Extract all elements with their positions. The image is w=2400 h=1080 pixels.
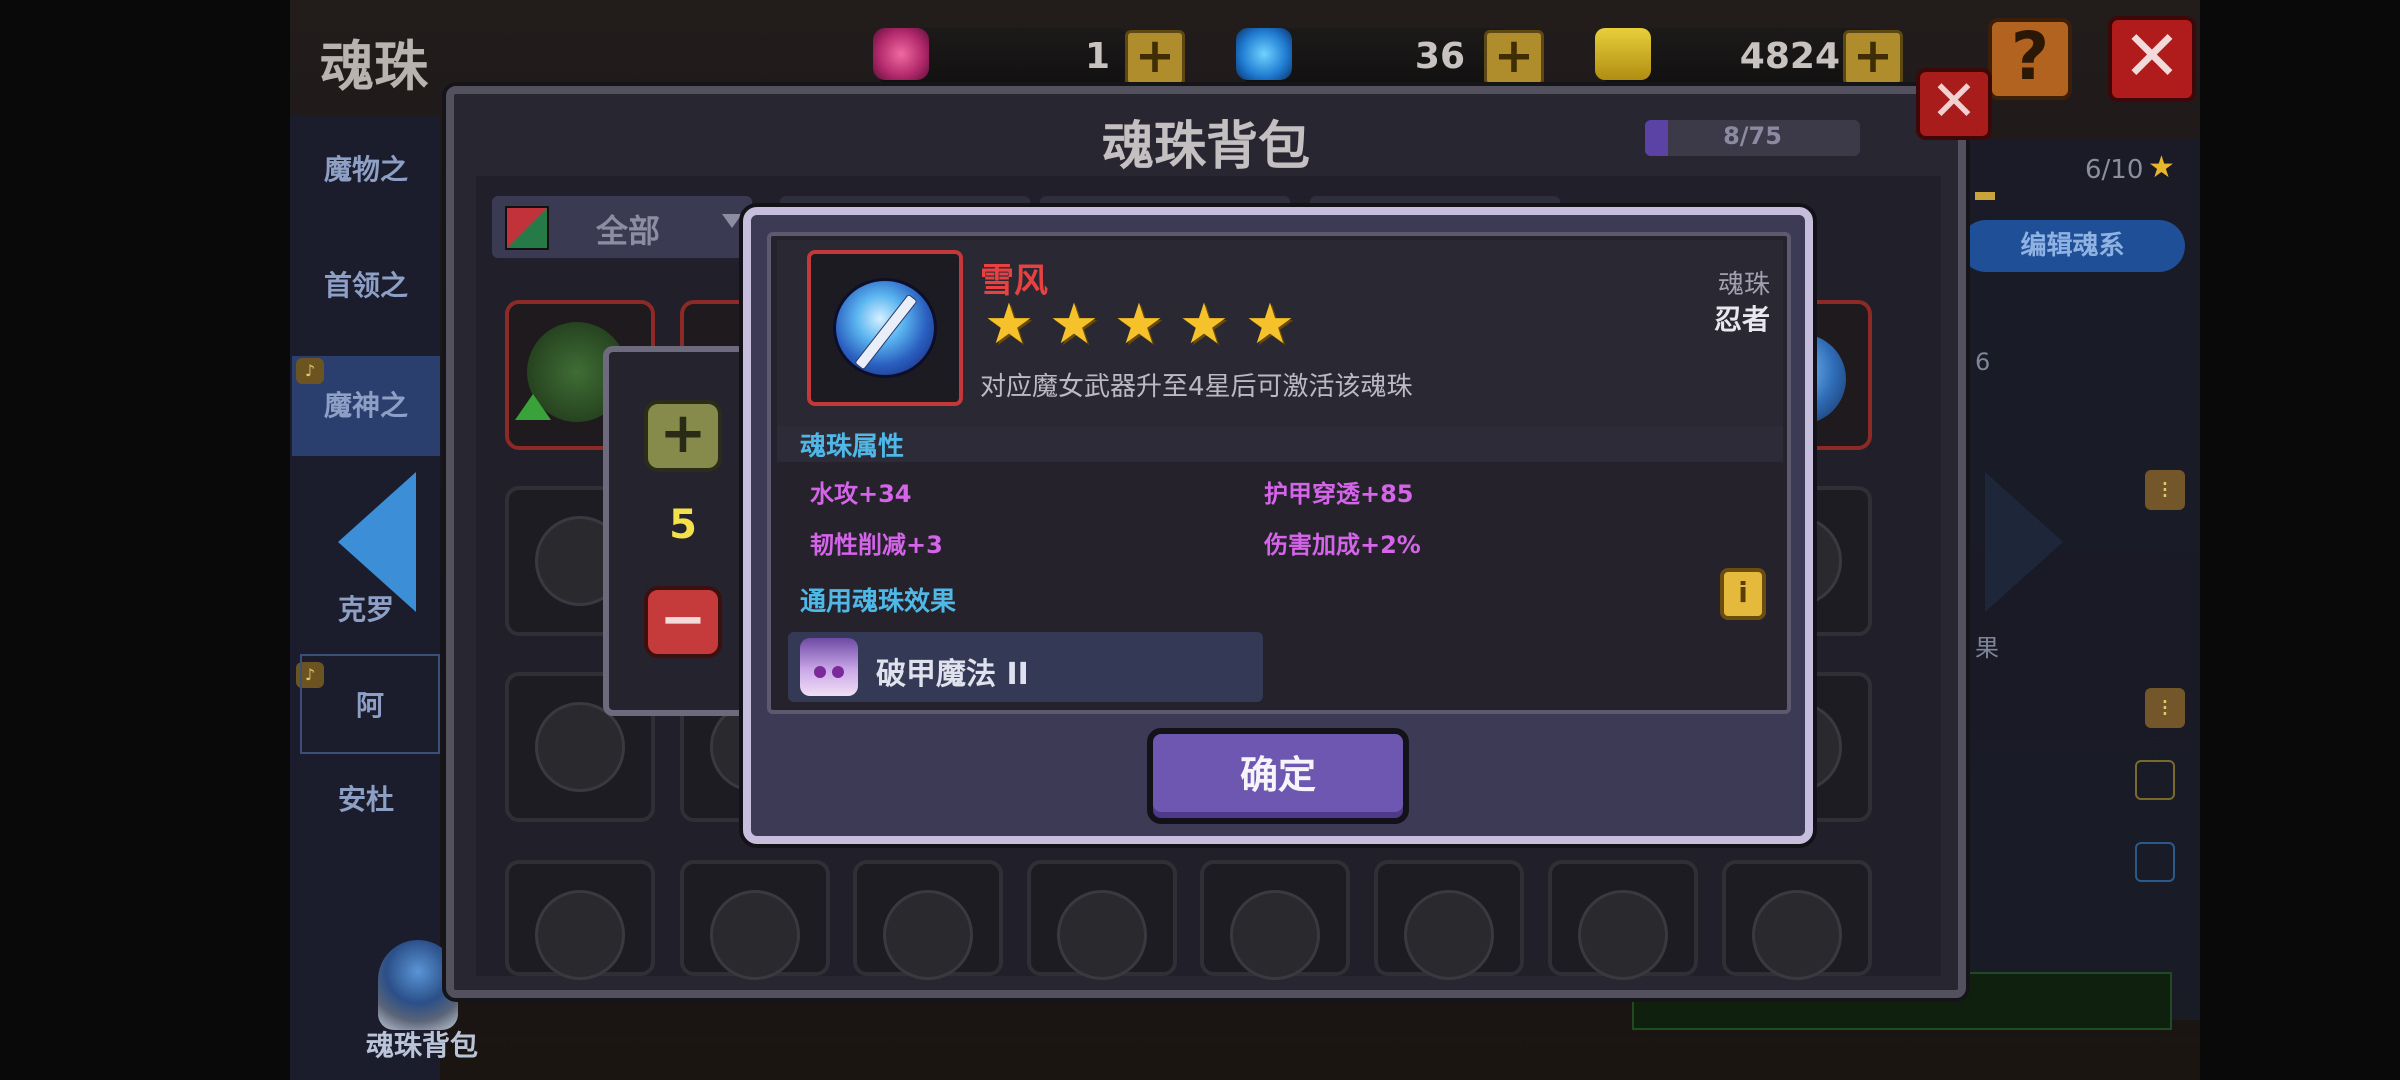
eye-icon [832,666,844,678]
help-button[interactable]: ? [1988,18,2072,100]
bead-slot[interactable] [505,860,655,980]
attribute-item: 韧性削减+3 [810,531,943,559]
info-icon[interactable]: ⁝ [2145,470,2185,510]
slot-icon[interactable] [2135,760,2175,800]
bead-slot[interactable] [1722,860,1872,980]
star-icon: ★ [2148,150,2175,185]
quantity-value: 5 [669,502,697,548]
bead-slot[interactable] [1548,860,1698,980]
star-icon: ★ [1048,292,1100,357]
locked-bead-icon [710,890,800,980]
star-icon: ★ [1113,292,1165,357]
add-crystal-button[interactable]: + [1484,30,1544,86]
effect-info-button[interactable]: i [1720,568,1766,620]
crystal-count: 36 [1414,36,1465,77]
capacity-text: 8/75 [1723,122,1782,150]
star-icon: ★ [1178,292,1230,357]
star-icon: ★ [983,292,1035,357]
locked-bead-icon [1578,890,1668,980]
gold-coin-icon [1595,28,1651,80]
menu-item-5[interactable]: 阿 [300,654,440,754]
bead-description: 对应魔女武器升至4星后可激活该魂珠 [980,372,1413,402]
edit-series-button[interactable]: 编辑魂系 [1960,220,2185,272]
add-gem-button[interactable]: + [1125,30,1185,86]
coin-count: 4824 [1739,36,1840,77]
locked-bead-icon [1057,890,1147,980]
increase-quantity-button[interactable]: + [644,400,722,472]
locked-bead-icon [1752,890,1842,980]
locked-bead-icon [883,890,973,980]
menu-item-1[interactable]: 魔物之 [292,120,440,220]
menu-item-6[interactable]: 安杜 [292,750,440,850]
right-panel-text: 6 [1975,348,1991,376]
star-icon: ★ [1244,292,1296,357]
progress-bar [1975,192,1995,200]
series-progress: 6/10 [2085,155,2144,185]
confirm-button[interactable]: 确定 [1147,728,1409,824]
right-panel-text: 果 [1975,634,1999,662]
info-icon[interactable]: ⁝ [2145,688,2185,728]
attributes-header: 魂珠属性 [800,432,905,462]
upgrade-arrow-icon [515,394,551,420]
filter-label: 全部 [596,212,661,250]
character-avatar [800,638,858,696]
attribute-item: 水攻+34 [810,480,912,508]
effect-name: 破甲魔法 II [876,657,1029,692]
eye-icon [814,666,826,678]
bead-slot[interactable] [1374,860,1524,980]
screen-title: 魂珠 [320,35,428,98]
add-coin-button[interactable]: + [1843,30,1903,86]
right-panel [1960,140,2200,1020]
gem-count: 1 [1084,36,1110,77]
slot-icon[interactable] [2135,842,2175,882]
menu-item-2[interactable]: 首领之 [292,236,440,336]
bead-slot[interactable] [853,860,1003,980]
effect-header: 通用魂珠效果 [800,587,957,617]
previous-arrow-button[interactable] [338,472,416,612]
close-backpack-button[interactable]: ✕ [1916,68,1992,140]
backpack-label[interactable]: 魂珠背包 [366,1024,478,1064]
attribute-item: 伤害加成+2% [1264,531,1421,559]
bell-icon: ♪ [296,358,324,384]
filter-icon [505,206,549,250]
bead-slot[interactable] [1200,860,1350,980]
pink-gem-icon [873,28,929,80]
locked-bead-icon [1230,890,1320,980]
decrease-quantity-button[interactable]: − [644,586,722,658]
attribute-item: 护甲穿透+85 [1264,480,1414,508]
locked-bead-icon [1404,890,1494,980]
bead-slot[interactable] [680,860,830,980]
bead-slot[interactable] [1027,860,1177,980]
chevron-down-icon [722,214,742,228]
locked-bead-icon [535,890,625,980]
attributes-header-bar [777,426,1783,462]
blue-crystal-icon [1236,28,1292,80]
close-screen-button[interactable]: ✕ [2108,16,2196,102]
bead-class: 忍者 [1713,303,1770,336]
bead-type: 魂珠 [1717,270,1770,300]
